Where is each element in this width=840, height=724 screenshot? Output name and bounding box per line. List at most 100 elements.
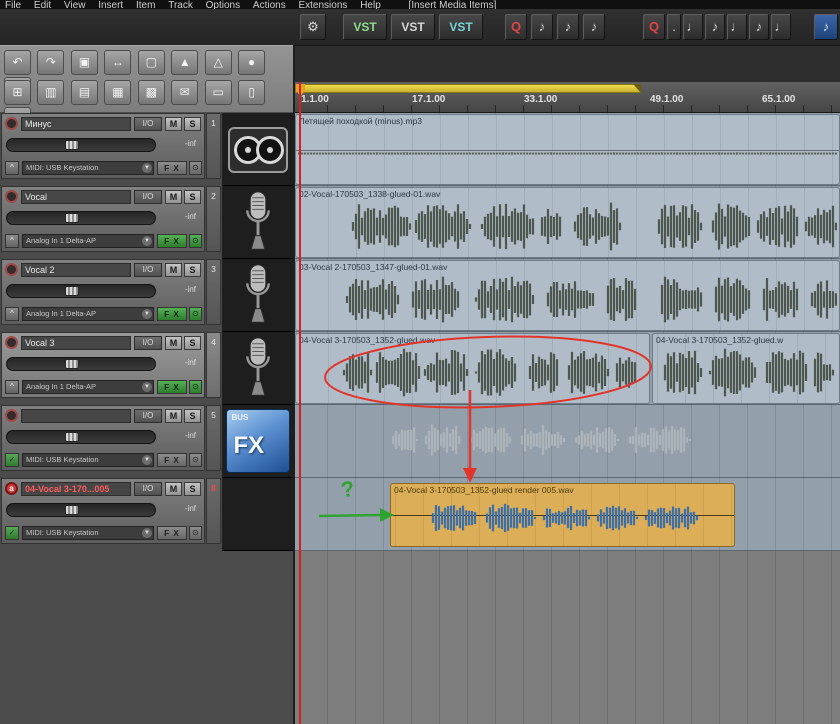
io-button[interactable]: I/O: [134, 117, 162, 131]
envelope-button[interactable]: ^: [5, 380, 19, 394]
note-button-r2[interactable]: ♪: [705, 14, 725, 40]
track-name-field[interactable]: 04-Vocal 3-170...005: [21, 482, 131, 496]
timeline-ruler[interactable]: 1.1.00 17.1.00 33.1.00 49.1.00 65.1.00: [295, 82, 840, 113]
track-icon-cell-mic[interactable]: [222, 186, 293, 259]
record-arm-button[interactable]: [5, 409, 18, 422]
fx-power-button[interactable]: ⊙: [189, 380, 202, 394]
io-button[interactable]: I/O: [134, 336, 162, 350]
fx-button[interactable]: FX: [157, 161, 187, 175]
mute-button[interactable]: M: [165, 482, 182, 496]
io-button[interactable]: I/O: [134, 409, 162, 423]
track-panel-vocal3[interactable]: Vocal 3 I/O M S -inf ^ Analog In 1 Delta…: [1, 332, 205, 398]
vst-button-2[interactable]: VST: [391, 14, 435, 40]
fx-power-button[interactable]: ⊙: [189, 453, 202, 467]
input-selector[interactable]: Analog In 1 Delta-AP ▼: [22, 380, 154, 394]
envelope-button[interactable]: ✓: [5, 526, 19, 540]
fx-power-button[interactable]: ⊙: [189, 526, 202, 540]
volume-fader[interactable]: [6, 211, 156, 225]
io-button[interactable]: I/O: [134, 190, 162, 204]
record-arm-button[interactable]: [5, 263, 18, 276]
fx-power-button[interactable]: ⊙: [189, 234, 202, 248]
mute-button[interactable]: M: [165, 117, 182, 131]
track-number[interactable]: 2: [206, 186, 221, 252]
menu-item-edit[interactable]: Edit: [34, 0, 51, 9]
undo-icon[interactable]: ↶: [4, 50, 31, 75]
fx-button[interactable]: FX: [157, 307, 187, 321]
track-icon-cell-empty[interactable]: [222, 478, 293, 551]
midi-editor-icon[interactable]: ▩: [137, 80, 165, 105]
menu-item-insert[interactable]: Insert: [98, 0, 123, 9]
track-name-field[interactable]: Минус: [21, 117, 131, 131]
panel-arrange-divider[interactable]: [293, 45, 295, 724]
volume-fader[interactable]: [6, 430, 156, 444]
media-item-vocal2[interactable]: 03-Vocal 2-170503_1347-glued-01.wav: [295, 260, 840, 331]
track-icon-cell-mic[interactable]: [222, 332, 293, 405]
vst-button-3[interactable]: VST: [439, 14, 483, 40]
solo-button[interactable]: S: [184, 336, 201, 350]
media-item-vocal1[interactable]: 02-Vocal-170503_1338-glued-01.wav: [295, 187, 840, 258]
fx-button[interactable]: FX: [157, 453, 187, 467]
volume-fader[interactable]: [6, 138, 156, 152]
input-selector[interactable]: Analog In 1 Delta-AP ▼: [22, 234, 154, 248]
mute-button[interactable]: M: [165, 409, 182, 423]
note-button-2[interactable]: ♪: [557, 14, 579, 40]
dot-button[interactable]: .: [667, 14, 681, 40]
track-panel-minus[interactable]: Минус I/O M S -inf ^ MIDI: USB Keystatio…: [1, 113, 205, 179]
record-arm-button[interactable]: a: [5, 482, 18, 495]
metronome-icon[interactable]: △: [204, 50, 232, 75]
track-number[interactable]: 8: [206, 478, 221, 544]
envelope-button[interactable]: ^: [5, 161, 19, 175]
mute-button[interactable]: M: [165, 263, 182, 277]
track-icon-cell-fxbus[interactable]: BUS FX: [222, 405, 293, 478]
solo-button[interactable]: S: [184, 409, 201, 423]
media-item-vocal3-a[interactable]: 04-Vocal 3-170503_1352-glued.wav: [295, 333, 650, 404]
track-icon-cell-tape[interactable]: [222, 113, 293, 186]
track-panel-vocal[interactable]: Vocal I/O M S -inf ^ Analog In 1 Delta-A…: [1, 186, 205, 252]
empty-arrange-area[interactable]: [295, 551, 840, 724]
envelope-show-icon[interactable]: ▦: [104, 80, 132, 105]
envelope-point-icon[interactable]: ▲: [171, 50, 199, 75]
grid-settings-button[interactable]: ⚙: [300, 14, 326, 40]
marquee-select-icon[interactable]: ▢: [137, 50, 165, 75]
track-panel-vocal2[interactable]: Vocal 2 I/O M S -inf ^ Analog In 1 Delta…: [1, 259, 205, 325]
media-item-vocal3-b[interactable]: 04-Vocal 3-170503_1352-glued.w: [652, 333, 840, 404]
volume-fader[interactable]: [6, 503, 156, 517]
vst-button-1[interactable]: VST: [343, 14, 387, 40]
record-arm-button[interactable]: [5, 190, 18, 203]
track-name-field[interactable]: Vocal: [21, 190, 131, 204]
track-number[interactable]: 5: [206, 405, 221, 471]
note-button-1[interactable]: ♪: [531, 14, 553, 40]
envelope-button[interactable]: ✓: [5, 453, 19, 467]
input-selector[interactable]: MIDI: USB Keystation ▼: [22, 453, 154, 467]
midi-note-button-blue[interactable]: ♪: [814, 14, 838, 40]
note-button-r4[interactable]: ♪: [749, 14, 769, 40]
menu-item-help[interactable]: Help: [360, 0, 381, 9]
record-mode-icon[interactable]: ●: [238, 50, 266, 75]
move-cursor-icon[interactable]: ↔: [104, 50, 132, 75]
notes-icon[interactable]: ✉: [171, 80, 199, 105]
track-number[interactable]: 1: [206, 113, 221, 179]
track-name-field[interactable]: Vocal 3: [21, 336, 131, 350]
solo-button[interactable]: S: [184, 263, 201, 277]
menu-item-item[interactable]: Item: [136, 0, 155, 9]
solo-button[interactable]: S: [184, 117, 201, 131]
menu-item-insert-media-items[interactable]: [Insert Media Items]: [409, 0, 497, 9]
menu-item-track[interactable]: Track: [168, 0, 193, 9]
note-button-r3[interactable]: ♩: [727, 14, 747, 40]
volume-fader[interactable]: [6, 284, 156, 298]
docs-icon[interactable]: ▯: [238, 80, 266, 105]
item-fade-icon[interactable]: ▥: [37, 80, 65, 105]
envelope-button[interactable]: ^: [5, 234, 19, 248]
media-explorer-icon[interactable]: ▭: [204, 80, 232, 105]
track-name-field[interactable]: [21, 409, 131, 423]
media-item-render[interactable]: 04-Vocal 3-170503_1352-glued render 005.…: [390, 483, 735, 547]
input-selector[interactable]: Analog In 1 Delta-AP ▼: [22, 307, 154, 321]
note-button-r1[interactable]: ♩: [683, 14, 703, 40]
quantize-button-right[interactable]: Q: [643, 14, 665, 40]
menu-item-actions[interactable]: Actions: [253, 0, 286, 9]
item-lock-icon[interactable]: ▣: [70, 50, 98, 75]
redo-icon[interactable]: ↷: [37, 50, 65, 75]
input-selector[interactable]: MIDI: USB Keystation ▼: [22, 161, 154, 175]
grid-snap-icon[interactable]: ⊞: [4, 80, 31, 105]
solo-button[interactable]: S: [184, 190, 201, 204]
